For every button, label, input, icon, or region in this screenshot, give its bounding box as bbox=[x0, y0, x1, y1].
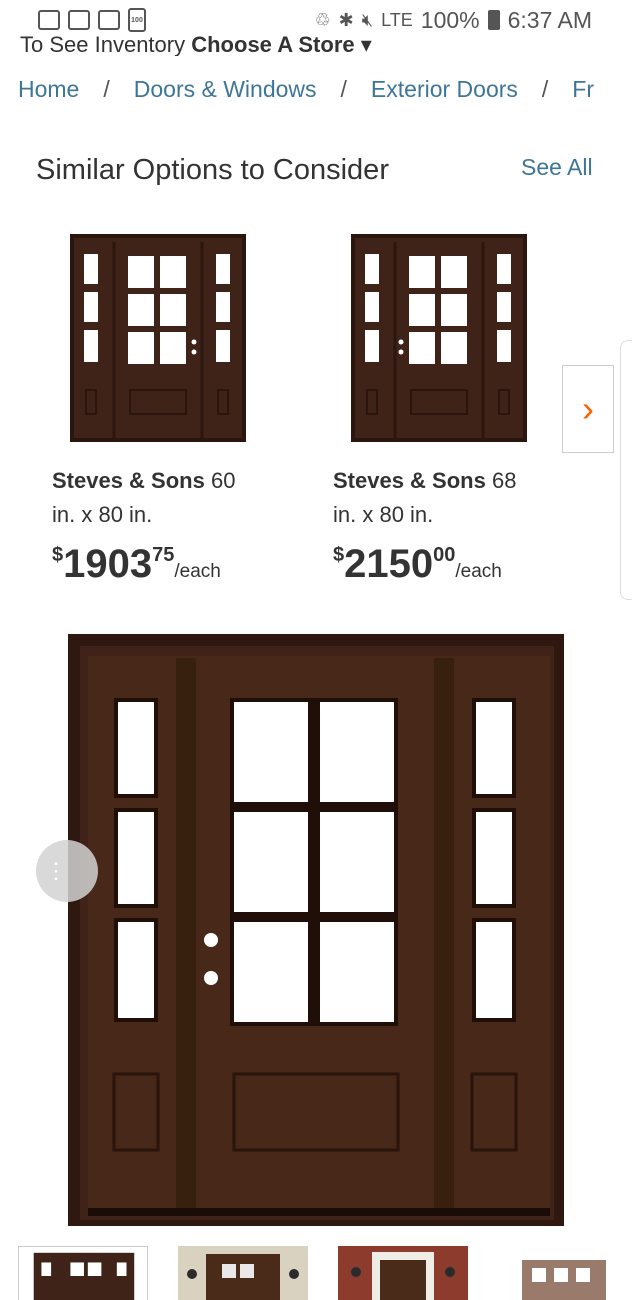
chevron-down-icon: ▾ bbox=[360, 32, 372, 56]
see-all-link[interactable]: See All bbox=[521, 154, 593, 181]
battery-icon bbox=[487, 10, 500, 30]
chevron-right-icon: › bbox=[582, 388, 594, 429]
thumbnail-image[interactable] bbox=[338, 1246, 468, 1300]
choose-store-link[interactable]: Choose A Store bbox=[191, 32, 354, 56]
breadcrumb-doors-windows[interactable]: Doors & Windows bbox=[134, 76, 317, 103]
store-strip: To See Inventory Choose A Store ▾ bbox=[0, 32, 632, 56]
signal-icon: LTE bbox=[381, 9, 413, 30]
breadcrumb-next[interactable]: Fr bbox=[572, 76, 594, 103]
breadcrumb-separator: / bbox=[103, 76, 110, 102]
breadcrumb-separator: / bbox=[340, 76, 347, 102]
door-thumbnail-image[interactable] bbox=[70, 234, 246, 442]
similar-item-price: $190375/each bbox=[52, 542, 221, 586]
image-thumbnails bbox=[0, 1246, 632, 1300]
carousel-next-button[interactable]: › bbox=[562, 365, 614, 453]
clock: 6:37 AM bbox=[507, 6, 592, 33]
status-icons-right: ♲ ✱ 🔇︎ LTE 100% 6:37 AM bbox=[315, 7, 592, 34]
similar-item-price: $215000/each bbox=[333, 542, 502, 586]
breadcrumb-separator: / bbox=[541, 76, 549, 102]
battery-saver-icon: 100 bbox=[128, 8, 146, 32]
activity-icon bbox=[98, 10, 120, 30]
store-prefix: To See Inventory bbox=[20, 32, 186, 56]
bluetooth-icon: ✱ bbox=[338, 9, 354, 30]
breadcrumb-exterior-doors[interactable]: Exterior Doors bbox=[371, 76, 518, 103]
vertical-dots-icon: ⋮ bbox=[45, 858, 67, 883]
gallery-icon bbox=[68, 10, 90, 30]
battery-percent: 100% bbox=[420, 6, 480, 33]
thumbnail-image[interactable] bbox=[178, 1246, 308, 1300]
similar-item-name[interactable]: Steves & Sons 60 in. x 80 in. bbox=[52, 464, 292, 532]
side-panel-edge[interactable] bbox=[620, 340, 632, 600]
status-icons-left: 100 bbox=[38, 8, 146, 32]
thumbnail-image[interactable] bbox=[498, 1246, 628, 1300]
similar-options-title: Similar Options to Consider bbox=[36, 154, 389, 186]
similar-item-name[interactable]: Steves & Sons 68 in. x 80 in. bbox=[333, 464, 573, 532]
door-thumbnail-image[interactable] bbox=[351, 234, 527, 442]
mute-icon: 🔇︎ bbox=[361, 9, 374, 30]
notification-icon bbox=[38, 10, 60, 30]
breadcrumb: Home / Doors & Windows / Exterior Doors … bbox=[18, 76, 594, 103]
thumbnail-image[interactable] bbox=[18, 1246, 148, 1300]
breadcrumb-home[interactable]: Home bbox=[18, 76, 79, 103]
recycle-icon: ♲ bbox=[314, 9, 331, 30]
main-product-image[interactable] bbox=[68, 634, 564, 1226]
side-drawer-handle[interactable]: ⋮ bbox=[36, 840, 98, 902]
